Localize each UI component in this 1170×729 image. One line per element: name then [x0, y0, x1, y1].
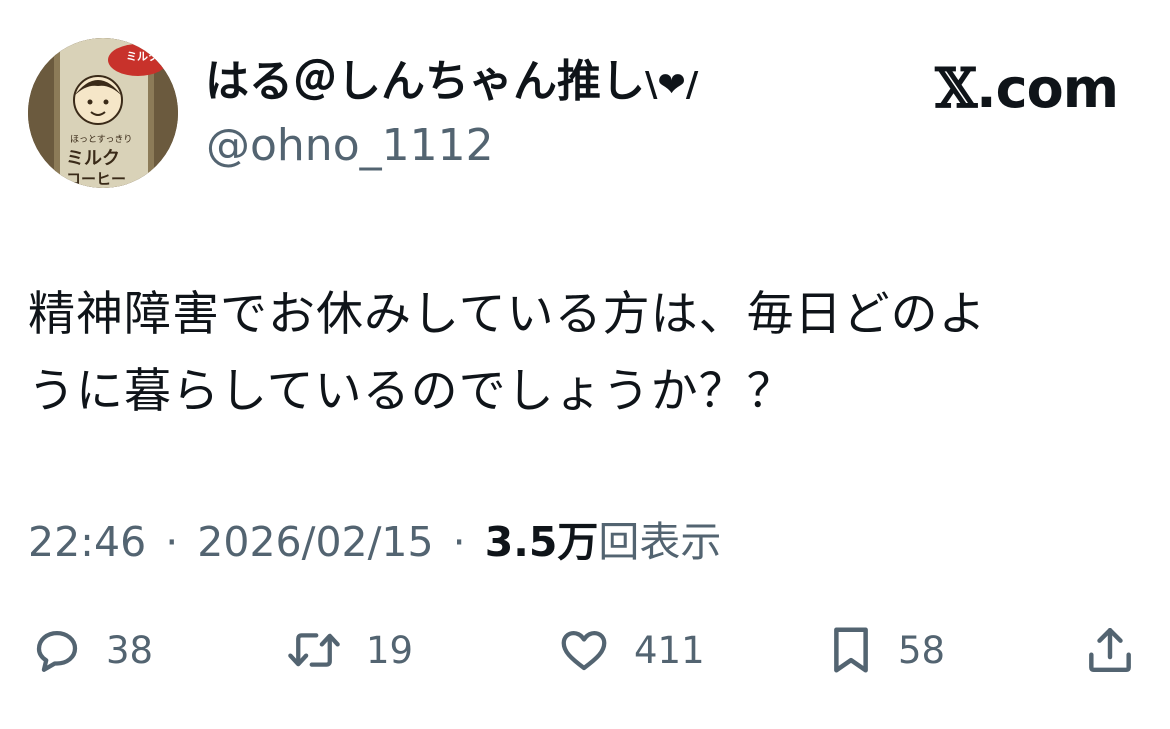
bookmark-button[interactable]: 58 [826, 620, 945, 680]
views-count[interactable]: 3.5万 [485, 518, 599, 566]
avatar-label-main1: ミルク [66, 148, 120, 169]
x-logo: 𝕏.com [935, 56, 1119, 121]
meta-separator: · [452, 518, 466, 566]
meta-separator: · [165, 518, 179, 566]
bookmark-icon [834, 627, 868, 673]
tweet-time[interactable]: 22:46 [28, 518, 146, 566]
avatar-label-small: ほっとすっきり [70, 134, 132, 145]
reply-button[interactable]: 38 [30, 620, 153, 680]
speech-bubble-icon [36, 630, 78, 672]
views-label: 回表示 [598, 518, 722, 566]
display-name-text: はる＠しんちゃん推し [205, 56, 645, 107]
action-bar: 38 19 411 58 [0, 620, 1170, 680]
bookmark-count: 58 [898, 628, 946, 672]
tweet-meta: 22:46 · 2026/02/15 · 3.5万回表示 [28, 514, 721, 570]
retweet-button[interactable]: 19 [284, 620, 413, 680]
like-button[interactable]: 411 [556, 620, 705, 680]
retweet-arrows-icon [288, 633, 340, 667]
avatar-label-sub: おいしい [128, 66, 160, 75]
heart-outline-icon [561, 630, 607, 671]
share-upload-icon [1089, 627, 1131, 673]
user-handle[interactable]: @ohno_1112 [206, 118, 494, 174]
avatar[interactable]: ミルク おいしい ほっとすっきり ミルク コーヒー [28, 38, 178, 188]
reply-count: 38 [106, 628, 154, 672]
tweet-date[interactable]: 2026/02/15 [197, 518, 433, 566]
tweet-card: ミルク おいしい ほっとすっきり ミルク コーヒー はる＠しんちゃん推し\❤︎/… [0, 0, 1170, 729]
tweet-text: 精神障害でお休みしている方は、毎日どのよ うに暮らしているのでしょうか？？ [28, 287, 987, 419]
display-name[interactable]: はる＠しんちゃん推し\❤︎/ [205, 52, 698, 115]
x-logo-icon: 𝕏 [935, 56, 977, 120]
avatar-label-main2: コーヒー [66, 170, 126, 188]
avatar-image: ミルク おいしい ほっとすっきり ミルク コーヒー [28, 38, 178, 188]
retweet-count: 19 [366, 628, 414, 672]
like-count: 411 [634, 628, 705, 672]
x-logo-text: .com [976, 57, 1119, 120]
avatar-label-top: ミルク [126, 50, 159, 63]
share-button[interactable] [1082, 620, 1138, 680]
display-name-emoji: \❤︎/ [645, 65, 699, 105]
